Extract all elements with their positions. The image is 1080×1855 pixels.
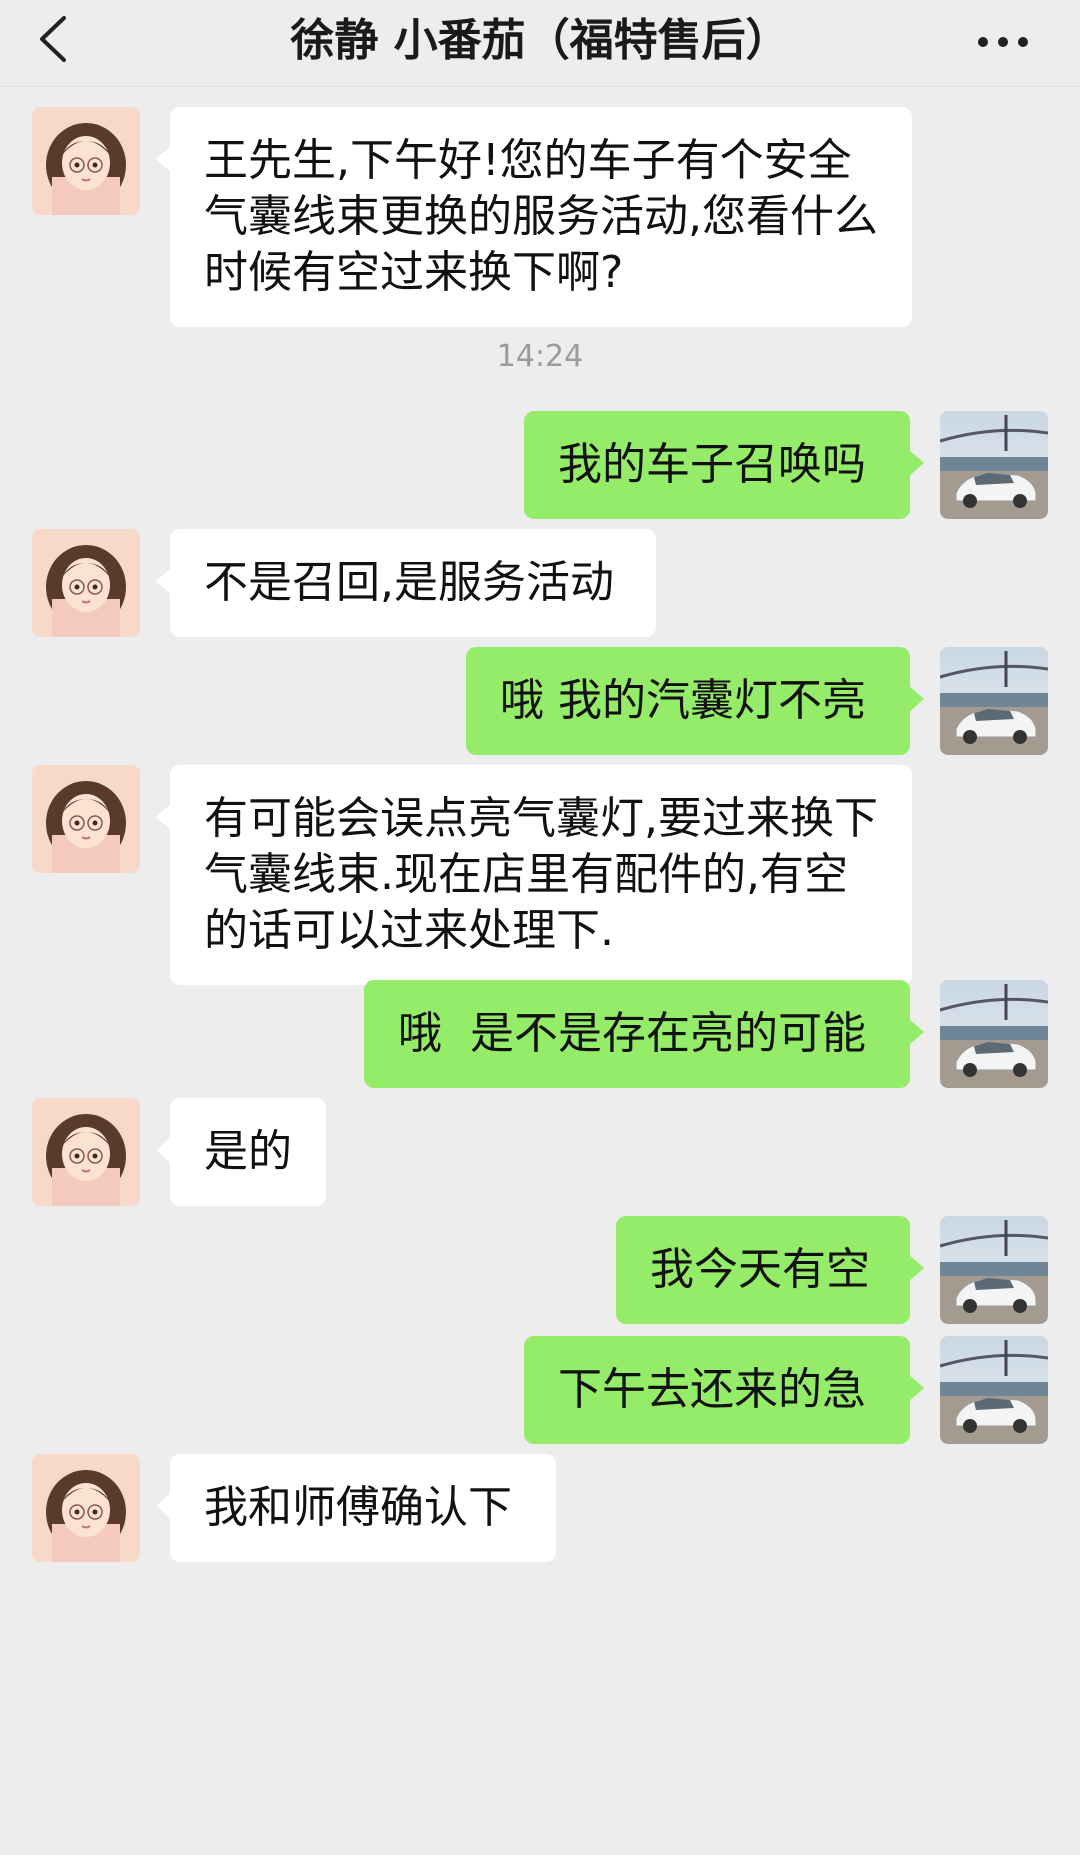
message-bubble[interactable]: 哦 我的汽囊灯不亮 — [466, 647, 924, 755]
message-bubble[interactable]: 哦 是不是存在亮的可能 — [364, 980, 924, 1088]
message-bubble[interactable]: 有可能会误点亮气囊灯,要过来换下气囊线束.现在店里有配件的,有空的话可以过来处理… — [156, 765, 912, 985]
message-bubble[interactable]: 不是召回,是服务活动 — [156, 529, 656, 637]
user-avatar[interactable] — [940, 1216, 1048, 1324]
contact-avatar[interactable] — [32, 107, 140, 215]
user-avatar[interactable] — [940, 647, 1048, 755]
message-bubble[interactable]: 我的车子召唤吗 — [524, 411, 924, 519]
contact-avatar[interactable] — [32, 765, 140, 873]
contact-avatar[interactable] — [32, 1454, 140, 1562]
user-avatar[interactable] — [940, 411, 1048, 519]
chat-title: 徐静 小番茄（福特售后） — [290, 15, 790, 66]
message-list[interactable]: 王先生,下午好!您的车子有个安全气囊线束更换的服务活动,您看什么时候有空过来换下… — [0, 87, 1080, 1855]
more-dots-icon[interactable] — [975, 24, 1031, 60]
message-bubble[interactable]: 是的 — [156, 1098, 326, 1206]
contact-avatar[interactable] — [32, 1098, 140, 1206]
user-avatar[interactable] — [940, 1336, 1048, 1444]
chat-header: 徐静 小番茄（福特售后） — [0, 0, 1080, 87]
chevron-left-icon[interactable] — [34, 14, 74, 64]
message-bubble[interactable]: 我和师傅确认下 — [156, 1454, 556, 1562]
message-bubble[interactable]: 王先生,下午好!您的车子有个安全气囊线束更换的服务活动,您看什么时候有空过来换下… — [156, 107, 912, 327]
message-bubble[interactable]: 下午去还来的急 — [524, 1336, 924, 1444]
user-avatar[interactable] — [940, 980, 1048, 1088]
timestamp: 14:24 — [496, 339, 584, 374]
message-bubble[interactable]: 我今天有空 — [616, 1216, 924, 1324]
contact-avatar[interactable] — [32, 529, 140, 637]
